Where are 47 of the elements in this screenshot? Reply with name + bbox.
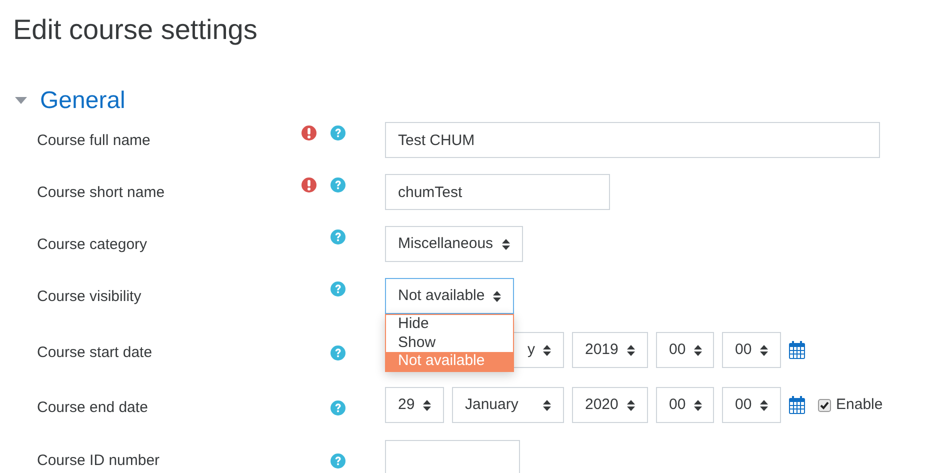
help-icon[interactable] bbox=[330, 453, 346, 469]
text-field[interactable] bbox=[385, 440, 520, 473]
field-label: Course full name bbox=[36, 131, 152, 150]
day-select[interactable]: 29 bbox=[385, 387, 444, 423]
collapse-triangle-icon[interactable] bbox=[15, 97, 27, 105]
text-field[interactable]: Test CHUM bbox=[385, 122, 880, 158]
text-field[interactable]: chumTest bbox=[385, 174, 610, 210]
caret-icon bbox=[694, 400, 702, 410]
help-icon[interactable] bbox=[330, 400, 346, 416]
hour-select[interactable]: 00 bbox=[656, 387, 714, 423]
caret-icon bbox=[543, 400, 551, 410]
caret-icon bbox=[627, 400, 635, 410]
year-select[interactable]: 2019 bbox=[572, 332, 648, 368]
field-label: Course ID number bbox=[36, 451, 161, 470]
field-label: Course start date bbox=[36, 343, 154, 362]
hour-select[interactable]: 00 bbox=[656, 332, 714, 368]
caret-icon bbox=[760, 344, 768, 356]
caret-icon bbox=[543, 344, 551, 356]
caret-icon bbox=[423, 400, 431, 410]
minute-select[interactable]: 00 bbox=[722, 387, 781, 423]
field-label: Course short name bbox=[36, 183, 166, 202]
page-title: Edit course settings bbox=[13, 14, 258, 46]
caret-icon bbox=[502, 238, 510, 250]
field-label: Course end date bbox=[36, 398, 149, 417]
field-label: Course visibility bbox=[36, 287, 142, 306]
year-select[interactable]: 2020 bbox=[572, 387, 648, 423]
dropdown-option[interactable]: Hide bbox=[386, 315, 513, 334]
field-label: Course category bbox=[36, 235, 148, 254]
caret-icon bbox=[627, 344, 635, 356]
help-icon[interactable] bbox=[330, 177, 346, 193]
help-icon[interactable] bbox=[330, 229, 346, 245]
select-field[interactable]: Miscellaneous bbox=[385, 226, 523, 262]
checkbox-label: Enable bbox=[836, 394, 883, 415]
section-heading[interactable]: General bbox=[40, 86, 126, 116]
select-field[interactable]: Not available bbox=[385, 278, 514, 314]
calendar-icon[interactable] bbox=[789, 341, 805, 359]
month-select[interactable]: January bbox=[452, 387, 564, 423]
calendar-icon[interactable] bbox=[789, 396, 805, 414]
help-icon[interactable] bbox=[330, 125, 346, 141]
minute-select[interactable]: 00 bbox=[722, 332, 781, 368]
caret-icon bbox=[493, 290, 501, 302]
help-icon[interactable] bbox=[330, 281, 346, 297]
caret-icon bbox=[760, 400, 768, 410]
checkbox[interactable] bbox=[818, 398, 831, 412]
help-icon[interactable] bbox=[330, 345, 346, 361]
caret-icon bbox=[694, 344, 702, 356]
dropdown-option[interactable]: Show bbox=[386, 334, 513, 352]
